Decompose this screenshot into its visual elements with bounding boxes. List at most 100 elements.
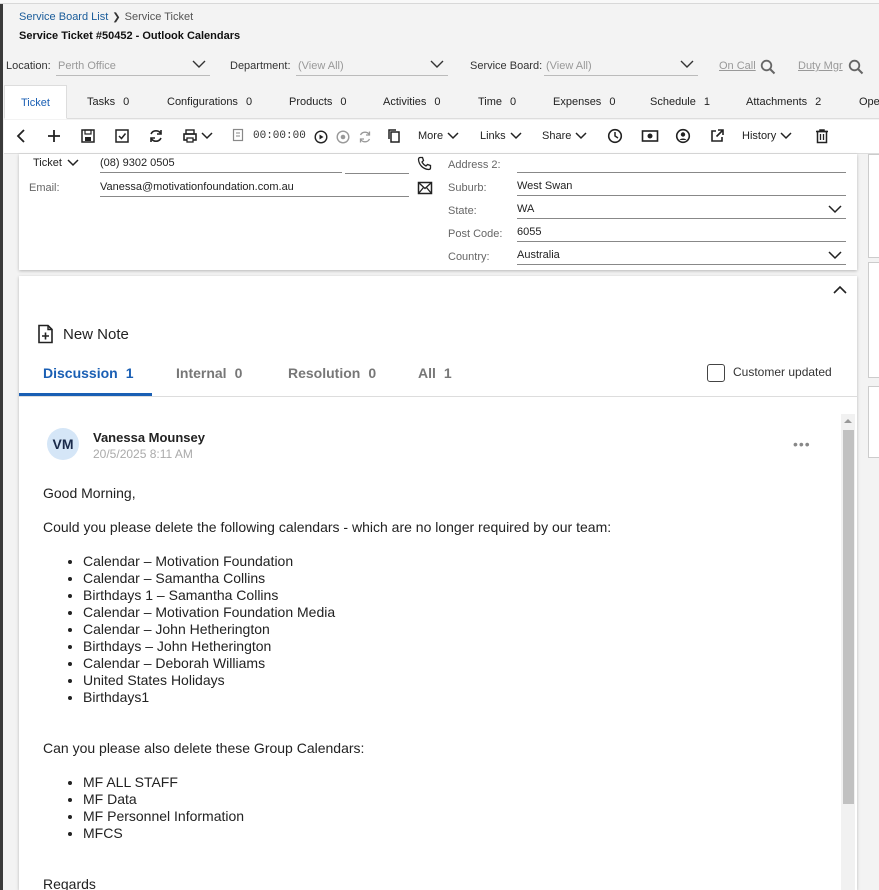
tab-count: 0 [434,96,441,108]
department-select[interactable]: (View All) [296,56,448,76]
postcode-field[interactable]: 6055 [517,226,846,242]
save-icon[interactable] [80,128,96,144]
note-greeting: Good Morning, [43,485,136,501]
history-menu[interactable]: History [742,130,792,142]
on-call-link[interactable]: On Call [719,60,756,72]
chevron-down-icon [201,132,213,140]
avatar: VM [47,428,79,460]
search-icon[interactable] [848,59,864,75]
email-label: Email: [29,182,60,194]
customer-updated-checkbox[interactable] [707,364,725,382]
chevron-down-icon [430,60,444,68]
stop-icon[interactable] [336,130,350,144]
tab-count: 1 [125,365,134,381]
suburb-field[interactable]: West Swan [517,180,846,196]
page-title: Service Ticket #50452 - Outlook Calendar… [19,30,241,42]
tab-count: 2 [815,96,822,108]
expense-icon[interactable] [641,128,659,144]
top-window-edge [0,0,879,4]
print-menu[interactable] [182,128,213,144]
notes-tab-all[interactable]: All 1 [418,365,452,381]
play-icon[interactable] [314,130,328,144]
tab-products[interactable]: Products 0 [289,85,347,119]
phone-type-select[interactable]: Ticket [33,157,79,169]
list-item: Birthdays 1 – Samantha Collins [83,587,833,604]
state-select[interactable]: WA [517,203,846,219]
open-external-icon[interactable] [709,128,725,144]
share-menu[interactable]: Share [542,130,587,142]
tab-attachments[interactable]: Attachments 2 [746,85,821,119]
tab-count: 0 [245,96,253,108]
list-item: MF Data [83,791,833,808]
notes-tab-discussion[interactable]: Discussion 1 [43,365,134,381]
tab-expenses[interactable]: Expenses 0 [553,85,615,119]
calendar-list: Calendar – Motivation Foundation Calenda… [43,553,833,706]
contact-icon[interactable] [675,128,691,144]
country-select[interactable]: Australia [517,249,846,265]
list-item: Calendar – Deborah Williams [83,655,833,672]
chevron-up-icon[interactable] [833,285,847,295]
new-note-label: New Note [63,325,129,343]
phone-extension-field[interactable] [345,157,409,174]
more-menu[interactable]: More [418,130,459,142]
ticket-tabs: Ticket Tasks 0 Configurations 0 Products 0 … [4,85,879,119]
phone-field[interactable]: (08) 9302 0505 [100,157,342,173]
tab-ticket[interactable]: Ticket [4,85,67,119]
toolbar: 00:00:00 More Links Share History [4,120,879,154]
more-options-icon[interactable]: ••• [793,436,811,452]
list-item: MFCS [83,825,833,842]
left-edge-bar [0,0,3,890]
breadcrumb-service-board-list[interactable]: Service Board List [19,11,108,23]
location-value: Perth Office [58,60,116,72]
print-icon [183,129,197,143]
country-value: Australia [517,249,560,261]
tab-ope[interactable]: Ope [859,85,879,119]
email-icon[interactable] [417,181,433,195]
notes-tab-internal[interactable]: Internal 0 [176,365,242,381]
location-select[interactable]: Perth Office [56,56,210,76]
reset-timer-icon[interactable] [358,130,372,144]
tab-label: Time [478,96,503,108]
refresh-icon[interactable] [148,128,164,144]
notes-tab-resolution[interactable]: Resolution 0 [288,365,376,381]
chevron-down-icon [192,60,206,68]
tab-label: Internal [176,365,227,381]
scrollbar-thumb[interactable] [843,430,854,804]
delete-icon[interactable] [814,128,830,144]
list-item: Calendar – Motivation Foundation [83,553,833,570]
postcode-label: Post Code: [448,228,503,240]
clock-icon[interactable] [607,128,623,144]
tab-time[interactable]: Time 0 [478,85,516,119]
tab-label: Tasks [87,96,116,108]
add-icon[interactable] [46,128,62,144]
duty-mgr-link[interactable]: Duty Mgr [798,60,843,72]
tab-activities[interactable]: Activities 0 [383,85,441,119]
tab-tasks[interactable]: Tasks 0 [87,85,129,119]
tab-count: 1 [443,365,452,381]
new-note-button[interactable]: New Note [37,324,129,344]
chevron-down-icon [828,205,842,214]
copy-icon[interactable] [386,128,402,144]
chevron-down-icon [447,132,459,140]
tab-configurations[interactable]: Configurations 0 [167,85,252,119]
search-icon[interactable] [760,59,776,75]
address2-field[interactable] [517,156,846,173]
contact-details-card: Ticket (08) 9302 0505 Email: Vanessa@mot… [19,154,857,270]
list-item: MF ALL STAFF [83,774,833,791]
customer-updated-label: Customer updated [733,365,832,379]
tab-label: Configurations [167,96,238,108]
back-icon[interactable] [14,128,28,144]
save-and-close-icon[interactable] [114,128,130,144]
tab-count: 1 [703,96,710,108]
service-board-select[interactable]: (View All) [544,56,698,76]
tab-schedule[interactable]: Schedule 1 [650,85,710,119]
divider [19,396,857,397]
list-item: Birthdays1 [83,689,833,706]
links-menu[interactable]: Links [480,130,522,142]
phone-icon[interactable] [417,156,432,171]
state-value: WA [517,203,535,215]
note-closing: Regards [43,876,96,890]
tab-count: 0 [510,96,517,108]
email-field[interactable]: Vanessa@motivationfoundation.com.au [100,181,409,197]
scroll-up-icon[interactable] [842,417,854,425]
